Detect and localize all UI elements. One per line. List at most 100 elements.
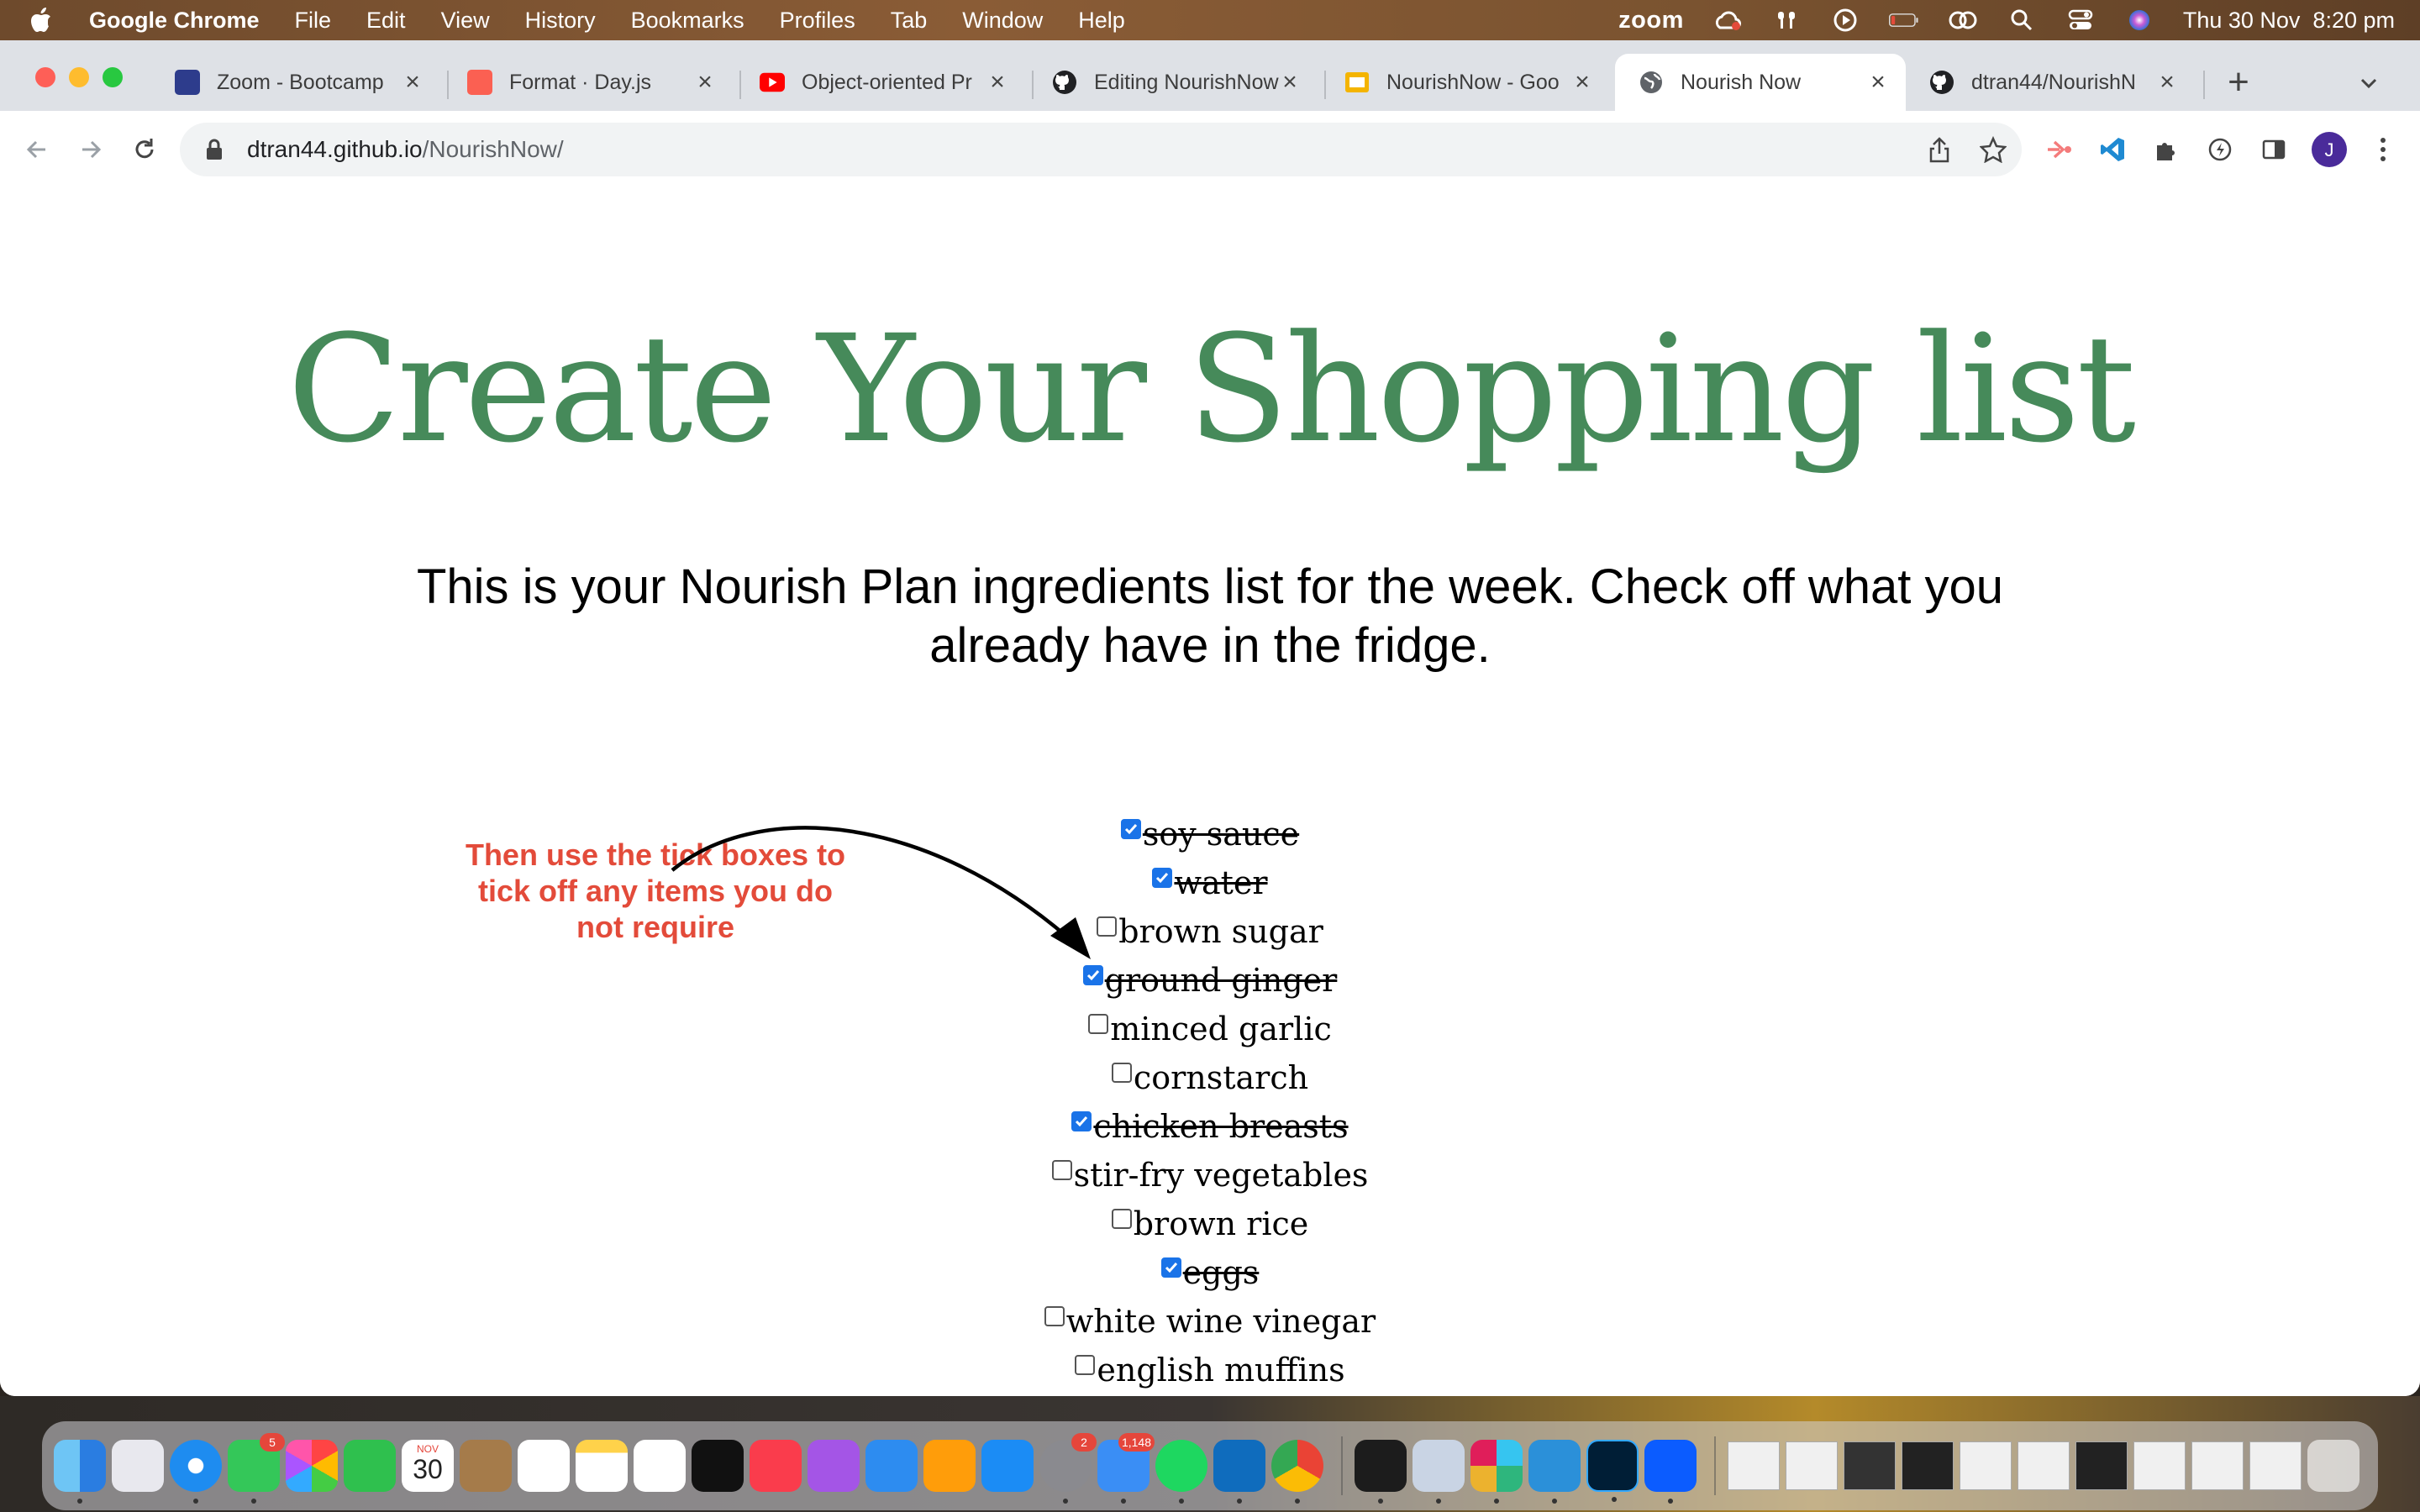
menu-edit[interactable]: Edit — [366, 8, 406, 34]
close-window-button[interactable] — [35, 67, 55, 87]
bookmark-star-icon[interactable] — [1975, 131, 2012, 168]
ingredient-checkbox[interactable] — [1111, 1209, 1132, 1229]
vscode-icon[interactable] — [1528, 1440, 1581, 1504]
control-center-icon[interactable] — [2065, 8, 2096, 33]
messages-icon[interactable]: 5 — [228, 1433, 285, 1504]
close-tab-icon[interactable]: × — [694, 68, 716, 96]
vscode-extension-icon[interactable] — [2094, 131, 2131, 168]
ingredient-item[interactable]: white wine vinegar — [1044, 1297, 1376, 1346]
pages-icon[interactable] — [923, 1440, 976, 1492]
podcasts-icon[interactable] — [808, 1440, 860, 1492]
menu-app-name[interactable]: Google Chrome — [89, 8, 260, 34]
ingredient-checkbox[interactable] — [1097, 916, 1118, 937]
close-tab-icon[interactable]: × — [1279, 68, 1301, 96]
menu-tab[interactable]: Tab — [891, 8, 928, 34]
menu-view[interactable]: View — [441, 8, 490, 34]
ingredient-checkbox[interactable] — [1044, 1306, 1065, 1326]
ingredient-checkbox[interactable] — [1111, 1063, 1132, 1083]
menu-clock[interactable]: Thu 30 Nov 8:20 pm — [2183, 8, 2395, 34]
ingredient-item[interactable]: ground ginger — [1082, 956, 1337, 1005]
tab-dayjs-format[interactable]: Format · Day.js × — [444, 54, 733, 111]
ingredient-item[interactable]: water — [1152, 858, 1268, 907]
extensions-puzzle-icon[interactable] — [2148, 131, 2185, 168]
ingredient-checkbox[interactable] — [1120, 819, 1141, 839]
freeform-icon[interactable] — [634, 1440, 686, 1492]
ingredient-item[interactable]: brown rice — [1111, 1200, 1308, 1248]
tab-search-chevron-icon[interactable] — [2356, 71, 2381, 96]
side-panel-icon[interactable] — [2255, 131, 2292, 168]
minimized-window-thumbnail[interactable] — [2133, 1441, 2186, 1490]
tab-zoom-bootcamp[interactable]: Zoom - Bootcamp × — [151, 54, 440, 111]
tab-nourishnow-slides[interactable]: NourishNow - Goo × — [1321, 54, 1610, 111]
launchpad-icon[interactable] — [112, 1440, 164, 1492]
ingredient-checkbox[interactable] — [1160, 1257, 1181, 1278]
battery-icon[interactable] — [1888, 8, 1919, 33]
preview-icon[interactable] — [1413, 1440, 1465, 1504]
spotify-icon[interactable] — [1155, 1440, 1207, 1504]
ingredient-item[interactable]: soy sauce — [1120, 810, 1299, 858]
minimized-window-thumbnail[interactable] — [2191, 1441, 2244, 1490]
reload-button[interactable] — [126, 131, 163, 168]
ingredient-item[interactable]: cornstarch — [1111, 1053, 1308, 1102]
menu-help[interactable]: Help — [1078, 8, 1125, 34]
close-tab-icon[interactable]: × — [1571, 68, 1593, 96]
new-tab-button[interactable]: + — [2222, 61, 2255, 102]
apple-menu-icon[interactable] — [29, 6, 54, 34]
zoom-icon[interactable] — [1644, 1440, 1697, 1504]
ingredient-item[interactable]: minced garlic — [1088, 1005, 1332, 1053]
ingredient-item[interactable]: english muffins — [1075, 1346, 1345, 1394]
address-bar[interactable]: dtran44.github.io/NourishNow/ — [180, 123, 2022, 176]
ingredient-item[interactable]: chicken breasts — [1071, 1102, 1349, 1151]
play-icon[interactable] — [1830, 8, 1860, 33]
ingredient-item[interactable]: stir-fry vegetables — [1051, 1151, 1368, 1200]
performance-icon[interactable] — [2202, 131, 2238, 168]
minimize-window-button[interactable] — [69, 67, 89, 87]
ingredient-checkbox[interactable] — [1088, 1014, 1109, 1034]
outlook-icon[interactable] — [1213, 1440, 1265, 1504]
facetime-icon[interactable] — [344, 1440, 396, 1492]
back-button[interactable] — [18, 131, 55, 168]
creative-cloud-icon[interactable] — [1712, 8, 1743, 33]
close-tab-icon[interactable]: × — [1867, 68, 1889, 96]
tab-github-repo[interactable]: dtran44/NourishN × — [1906, 54, 2195, 111]
reminders-icon[interactable] — [518, 1440, 570, 1492]
minimized-window-thumbnail[interactable] — [1728, 1441, 1780, 1490]
menu-profiles[interactable]: Profiles — [780, 8, 855, 34]
keynote-icon[interactable] — [865, 1440, 918, 1492]
chrome-icon[interactable] — [1271, 1440, 1323, 1504]
tab-youtube-oop[interactable]: Object-oriented Pr × — [736, 54, 1025, 111]
profile-avatar[interactable]: J — [2311, 131, 2348, 168]
minimized-window-thumbnail[interactable] — [2018, 1441, 2070, 1490]
calendar-icon[interactable]: NOV 30 — [402, 1440, 454, 1492]
spotlight-search-icon[interactable] — [2007, 8, 2037, 33]
lock-icon[interactable] — [205, 139, 224, 160]
maximize-window-button[interactable] — [103, 67, 123, 87]
system-settings-icon[interactable]: 2 — [1039, 1433, 1097, 1504]
minimized-window-thumbnail[interactable] — [2075, 1441, 2128, 1490]
minimized-window-thumbnail[interactable] — [1786, 1441, 1838, 1490]
notes-icon[interactable] — [576, 1440, 628, 1492]
ingredient-checkbox[interactable] — [1051, 1160, 1072, 1180]
trash-icon[interactable] — [2307, 1440, 2360, 1492]
menu-bookmarks[interactable]: Bookmarks — [631, 8, 744, 34]
safari-icon[interactable] — [170, 1440, 222, 1504]
minimized-window-thumbnail[interactable] — [1960, 1441, 2012, 1490]
extension-arrow-icon[interactable] — [2040, 131, 2077, 168]
minimized-window-thumbnail[interactable] — [1844, 1441, 1896, 1490]
menu-file[interactable]: File — [295, 8, 332, 34]
share-icon[interactable] — [1921, 131, 1958, 168]
tab-nourish-now-active[interactable]: Nourish Now × — [1615, 54, 1906, 111]
tab-editing-nourishnow[interactable]: Editing NourishNow × — [1028, 54, 1318, 111]
photos-icon[interactable] — [286, 1440, 338, 1492]
close-tab-icon[interactable]: × — [2156, 68, 2178, 96]
close-tab-icon[interactable]: × — [402, 68, 424, 96]
siri-icon[interactable] — [2124, 8, 2154, 33]
ingredient-checkbox[interactable] — [1082, 965, 1103, 985]
finder-icon[interactable] — [54, 1440, 106, 1504]
ingredient-item[interactable]: brown sugar — [1097, 907, 1323, 956]
terminal-icon[interactable] — [1355, 1440, 1407, 1504]
screen-mirroring-icon[interactable] — [1948, 8, 1978, 33]
contacts-icon[interactable] — [460, 1440, 512, 1492]
ingredient-checkbox[interactable] — [1075, 1355, 1096, 1375]
close-tab-icon[interactable]: × — [986, 68, 1008, 96]
